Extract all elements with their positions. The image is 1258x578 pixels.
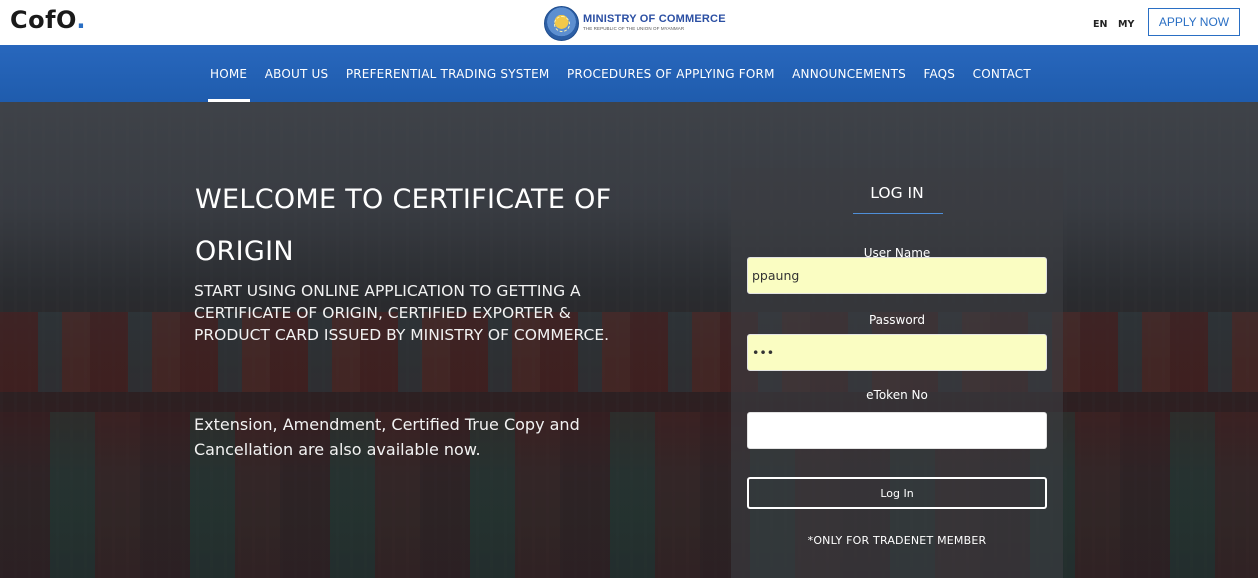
- nav-items: HOME ABOUT US PREFERENTIAL TRADING SYSTE…: [207, 45, 1048, 102]
- nav-item-faqs[interactable]: FAQS: [923, 45, 955, 102]
- nav-item-contact[interactable]: CONTACT: [973, 45, 1031, 102]
- username-field[interactable]: [747, 257, 1047, 294]
- login-panel: LOG IN User Name Password eToken No Log …: [731, 168, 1063, 578]
- nav-item-procedures-of-applying-form[interactable]: PROCEDURES OF APPLYING FORM: [567, 45, 775, 102]
- login-title: LOG IN: [870, 184, 924, 202]
- welcome-title: WELCOME TO CERTIFICATE OF ORIGIN: [195, 184, 612, 267]
- ministry-logo[interactable]: MINISTRY OF COMMERCE THE REPUBLIC OF THE…: [544, 5, 726, 41]
- nav-item-about-us[interactable]: ABOUT US: [265, 45, 329, 102]
- ministry-title: MINISTRY OF COMMERCE: [583, 13, 726, 26]
- welcome-note: Extension, Amendment, Certified True Cop…: [194, 415, 580, 459]
- hero-overlay: [0, 102, 1258, 578]
- ministry-text: MINISTRY OF COMMERCE THE REPUBLIC OF THE…: [583, 14, 726, 32]
- top-header: CofO. MINISTRY OF COMMERCE THE REPUBLIC …: [0, 0, 1258, 45]
- ministry-seal-icon: [544, 5, 579, 41]
- ministry-subtitle: THE REPUBLIC OF THE UNION OF MYANMAR: [583, 26, 685, 32]
- welcome-description: START USING ONLINE APPLICATION TO GETTIN…: [194, 282, 610, 344]
- nav-item-preferential-trading-system[interactable]: PREFERENTIAL TRADING SYSTEM: [346, 45, 550, 102]
- language-my-link[interactable]: MY: [1118, 19, 1134, 30]
- apply-now-button[interactable]: APPLY NOW: [1148, 8, 1240, 36]
- brand-logo[interactable]: CofO.: [10, 6, 86, 34]
- login-button[interactable]: Log In: [747, 477, 1047, 509]
- brand-dot: .: [76, 6, 87, 34]
- nav-item-announcements[interactable]: ANNOUNCEMENTS: [792, 45, 906, 102]
- password-field[interactable]: [747, 334, 1047, 371]
- etoken-label: eToken No: [866, 388, 928, 402]
- language-en-link[interactable]: EN: [1093, 19, 1107, 30]
- main-navigation: HOME ABOUT US PREFERENTIAL TRADING SYSTE…: [0, 45, 1258, 102]
- etoken-field[interactable]: [747, 412, 1047, 449]
- login-footnote: *ONLY FOR TRADENET MEMBER: [807, 534, 987, 547]
- hero-section: WELCOME TO CERTIFICATE OF ORIGIN START U…: [0, 102, 1258, 578]
- brand-text: CofO: [10, 6, 77, 34]
- login-title-underline: [853, 213, 943, 214]
- password-label: Password: [868, 313, 926, 327]
- nav-item-home[interactable]: HOME: [207, 45, 251, 102]
